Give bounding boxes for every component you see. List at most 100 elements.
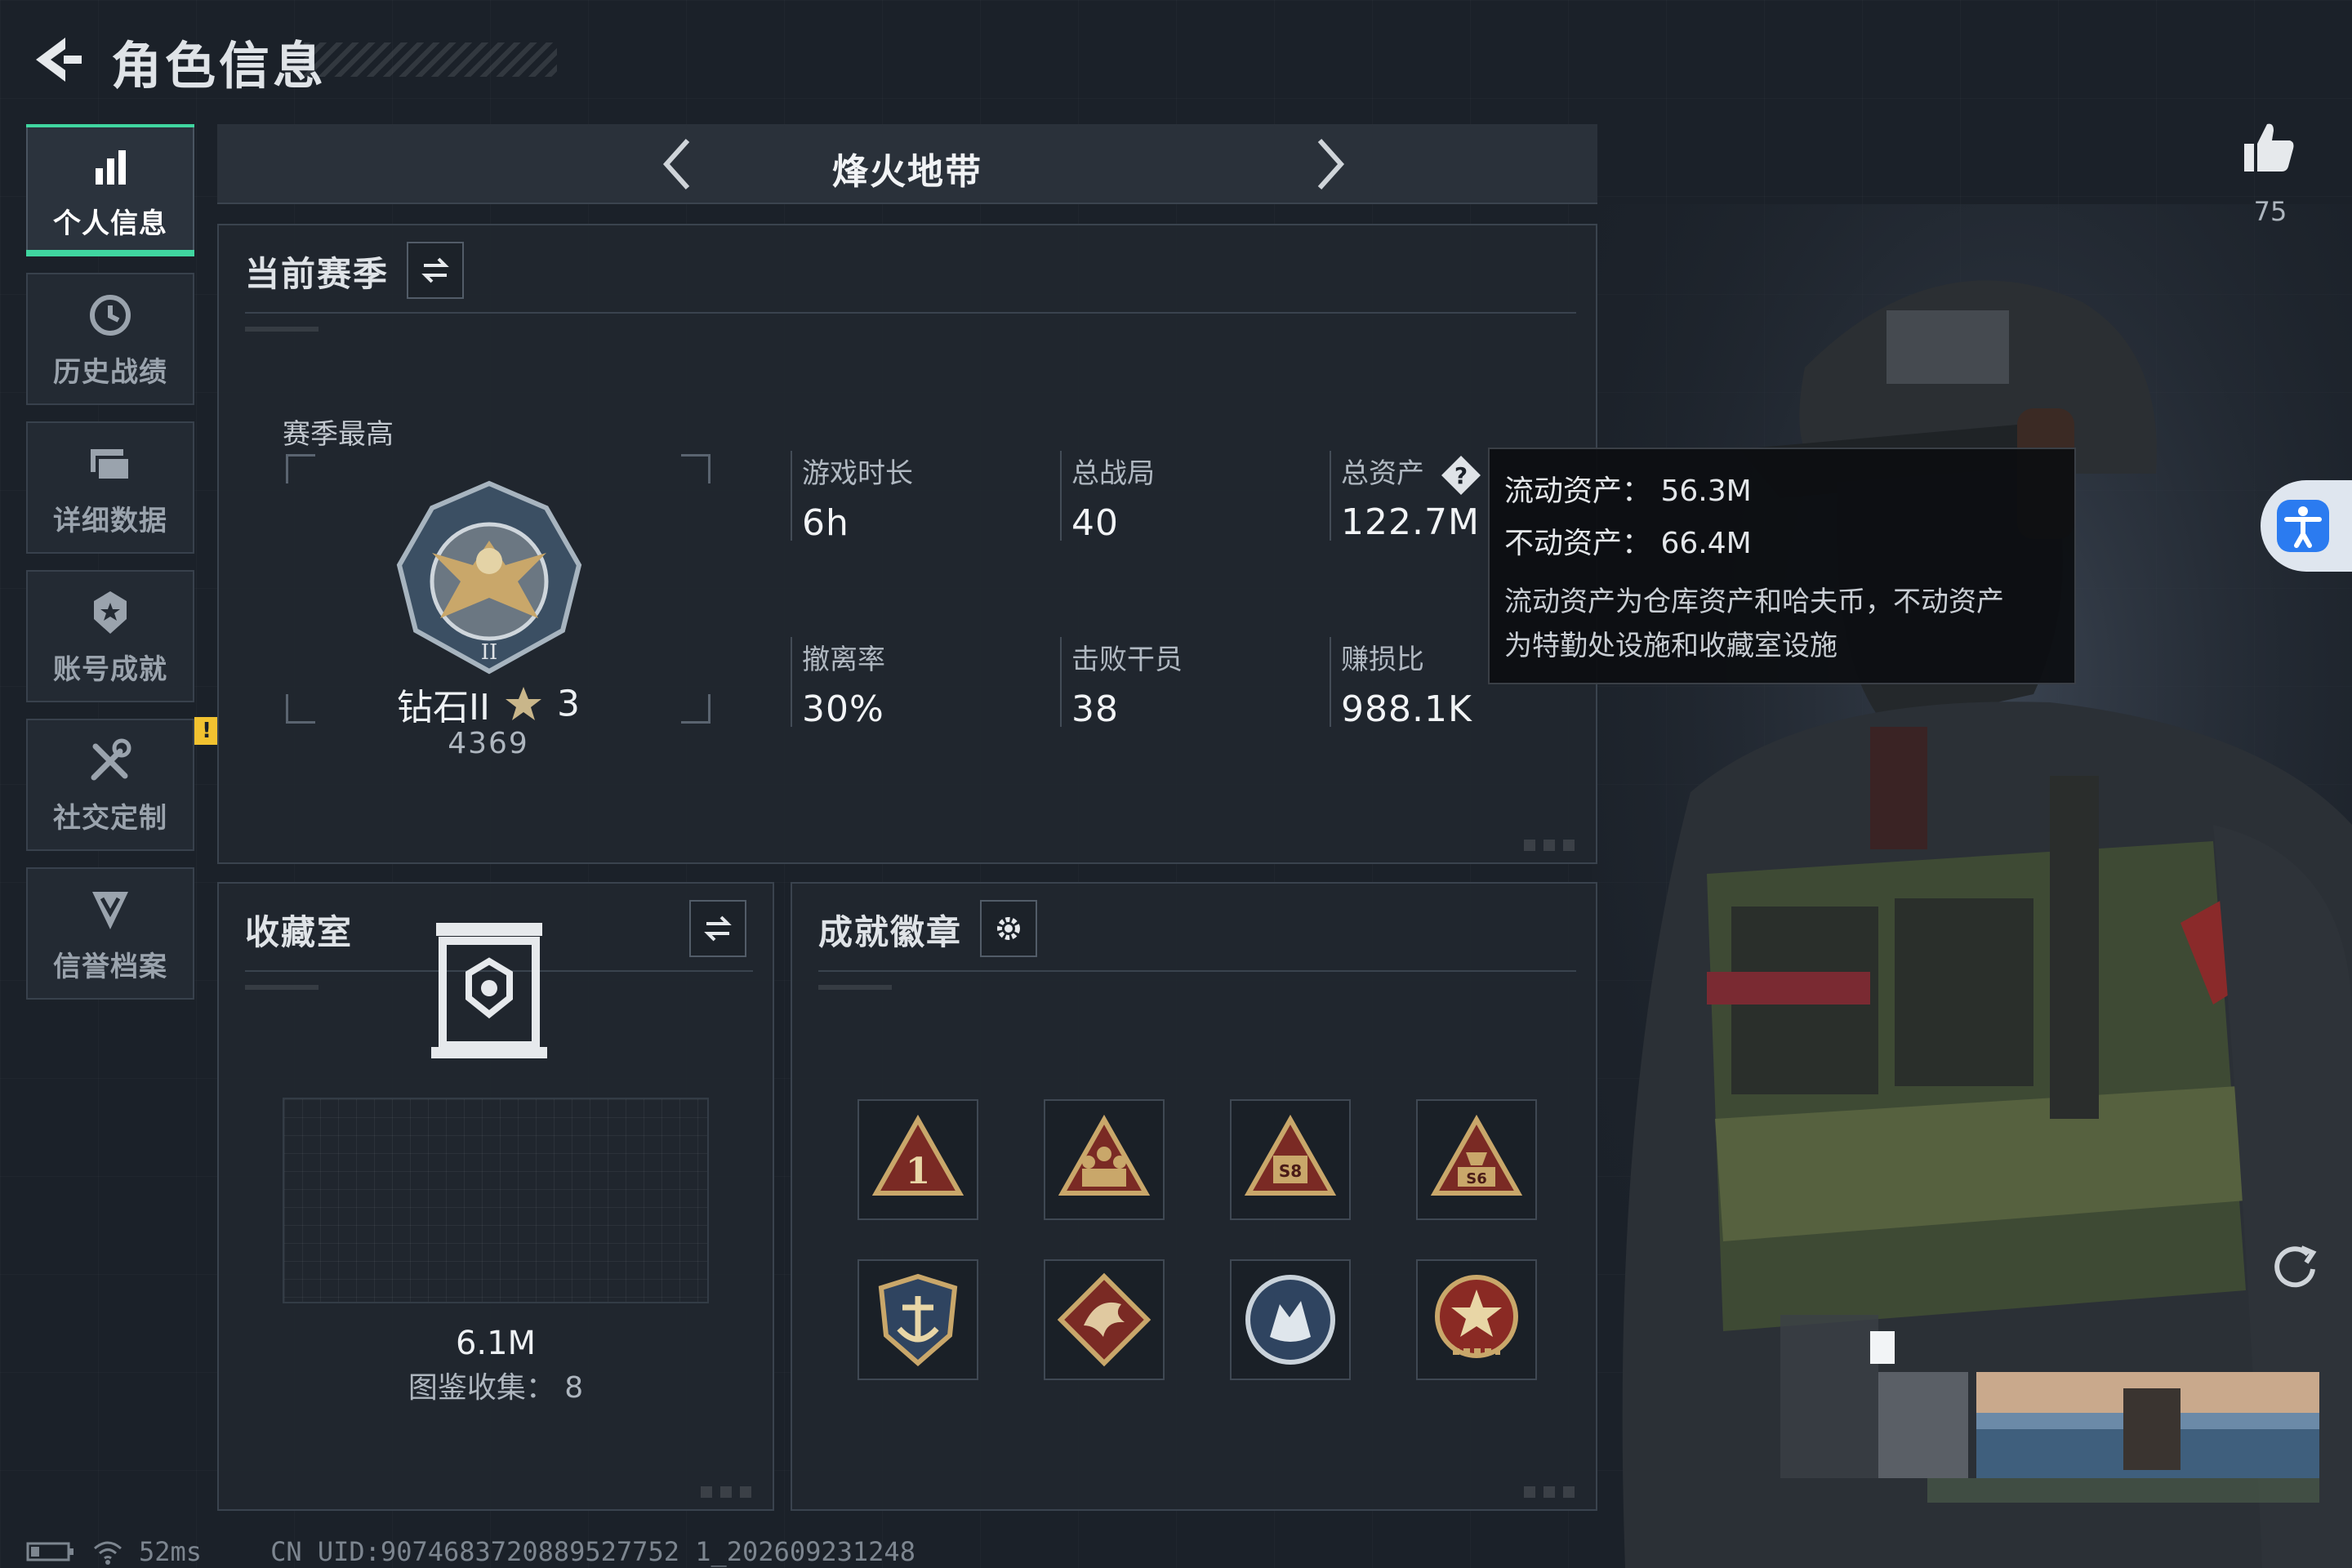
wolf-round-badge-icon — [1245, 1275, 1335, 1365]
status-bar: 52ms CN UID:9074683720889527752 1_202609… — [26, 1535, 915, 1568]
swap-icon — [704, 915, 732, 942]
chevron-right-icon — [1317, 138, 1345, 190]
nav-personal-info[interactable]: 个人信息 — [26, 124, 194, 256]
bar-chart-icon — [96, 149, 126, 185]
ping-value: 52ms — [139, 1536, 203, 1567]
badges-title: 成就徽章 — [818, 912, 963, 952]
nav-detail-data[interactable]: 详细数据 — [26, 421, 194, 554]
collection-switch-button[interactable] — [689, 900, 746, 957]
stat-matches: 总战局 40 — [1060, 451, 1155, 544]
vault-display-icon — [431, 923, 547, 1058]
tools-icon — [91, 738, 131, 780]
nav-label: 信誉档案 — [53, 950, 167, 983]
rank-title: 钻石II — [397, 687, 490, 728]
diamond-rank-emblem-icon: II — [396, 480, 582, 675]
badge-dragon[interactable] — [1044, 1259, 1165, 1380]
stat-label: 游戏时长 — [802, 457, 913, 490]
stat-kills: 击败干员 38 — [1060, 637, 1183, 730]
badge-s6[interactable]: S6 — [1416, 1099, 1537, 1220]
panel-decoration — [1524, 840, 1581, 851]
back-button[interactable] — [26, 31, 83, 88]
collection-panel: 收藏室 6.1M 图鉴收集： 8 — [217, 882, 774, 1511]
battery-icon — [26, 1542, 74, 1561]
collection-count: 图鉴收集： 8 — [408, 1371, 584, 1405]
folders-icon — [91, 448, 131, 482]
squad-triangle-badge-icon — [1058, 1114, 1151, 1196]
accessibility-icon — [2277, 500, 2329, 552]
badge-squad[interactable] — [1044, 1099, 1165, 1220]
s6-triangle-badge-icon: S6 — [1430, 1114, 1523, 1196]
nav-label: 账号成就 — [53, 653, 167, 686]
stat-playtime: 游戏时长 6h — [791, 451, 913, 544]
stat-value: 30% — [802, 688, 884, 730]
media-preview-strip — [1780, 1298, 2352, 1503]
shield-chevron-icon — [92, 891, 128, 929]
badge-anchor-shield[interactable] — [858, 1259, 978, 1380]
dragon-diamond-badge-icon — [1057, 1272, 1152, 1367]
s8-triangle-badge-icon: S8 — [1244, 1114, 1337, 1196]
thumbs-up-icon[interactable] — [2239, 118, 2298, 176]
nav-history[interactable]: 历史战绩 — [26, 273, 194, 405]
svg-text:II: II — [481, 640, 498, 665]
stat-label: 击败干员 — [1071, 644, 1183, 676]
divider — [818, 985, 892, 990]
collection-title: 收藏室 — [245, 912, 354, 952]
svg-text:1: 1 — [906, 1151, 931, 1192]
panel-decoration — [701, 1486, 758, 1498]
mode-next-button[interactable] — [1300, 136, 1357, 193]
svg-text:?: ? — [1454, 462, 1468, 489]
stat-label: 撤离率 — [802, 644, 885, 676]
nav-label: 历史战绩 — [53, 355, 167, 389]
tooltip-description-line: 流动资产为仓库资产和哈夫币，不动资产 — [1504, 586, 2004, 618]
back-arrow-icon — [36, 38, 82, 82]
tooltip-liquid-assets: 流动资产： 56.3M — [1504, 474, 1752, 508]
divider — [245, 985, 318, 990]
rank-points: 4369 — [448, 727, 529, 760]
tooltip-fixed-assets: 不动资产： 66.4M — [1504, 527, 1752, 560]
star-icon — [505, 687, 541, 720]
stat-value: 40 — [1071, 502, 1119, 544]
nav-achievements[interactable]: 账号成就 — [26, 570, 194, 702]
nav-label: 个人信息 — [53, 207, 167, 240]
panel-decoration — [1524, 1486, 1581, 1498]
collection-showcase[interactable] — [283, 1098, 709, 1303]
swap-icon — [421, 257, 449, 283]
collection-value: 6.1M — [455, 1325, 537, 1362]
accessibility-button[interactable] — [2261, 480, 2352, 572]
stat-value: 6h — [802, 502, 849, 544]
help-icon[interactable]: ? — [1440, 454, 1482, 497]
divider — [245, 327, 318, 332]
badge-s8[interactable]: S8 — [1230, 1099, 1351, 1220]
like-count: 75 — [2253, 196, 2287, 227]
assets-tooltip: 流动资产： 56.3M 不动资产： 66.4M 流动资产为仓库资产和哈夫币，不动… — [1488, 448, 2076, 684]
tooltip-description-line: 为特勤处设施和收藏室设施 — [1504, 630, 1838, 662]
wifi-icon — [94, 1541, 122, 1565]
season-title: 当前赛季 — [245, 254, 390, 294]
stat-label: 总战局 — [1071, 457, 1155, 490]
badge-wolf[interactable] — [1230, 1259, 1351, 1380]
nav-alert-badge: ! — [194, 717, 219, 745]
badge-star-medal[interactable] — [1416, 1259, 1537, 1380]
star-medal-badge-icon — [1435, 1275, 1518, 1358]
divider — [245, 312, 1576, 314]
rank-stars: 3 — [556, 683, 580, 725]
anchor-shield-badge-icon — [878, 1273, 958, 1366]
stat-value: 988.1K — [1341, 688, 1472, 730]
season-switch-button[interactable] — [407, 242, 464, 299]
title-decoration — [304, 42, 557, 77]
mode-label: 烽火地带 — [832, 151, 982, 193]
nav-credit-record[interactable]: 信誉档案 — [26, 867, 194, 1000]
nav-label: 详细数据 — [53, 504, 167, 537]
gear-icon — [997, 917, 1020, 940]
uid-text: CN UID:9074683720889527752 1_20260923124… — [270, 1536, 915, 1567]
divider — [818, 970, 1576, 972]
rotate-icon[interactable] — [2265, 1236, 2323, 1294]
history-clock-icon — [90, 294, 131, 336]
side-nav: 个人信息 历史战绩 详细数据 账号成就 社交定制 ! 信誉档案 — [26, 124, 219, 1016]
nav-social-custom[interactable]: 社交定制 ! — [26, 717, 219, 851]
rank-name: 钻石II 3 — [219, 678, 758, 730]
mode-selector: 烽火地带 — [217, 124, 1597, 204]
badges-settings-button[interactable] — [980, 900, 1037, 957]
badge-number-one[interactable]: 1 — [858, 1099, 978, 1220]
stat-value: 38 — [1071, 688, 1119, 730]
